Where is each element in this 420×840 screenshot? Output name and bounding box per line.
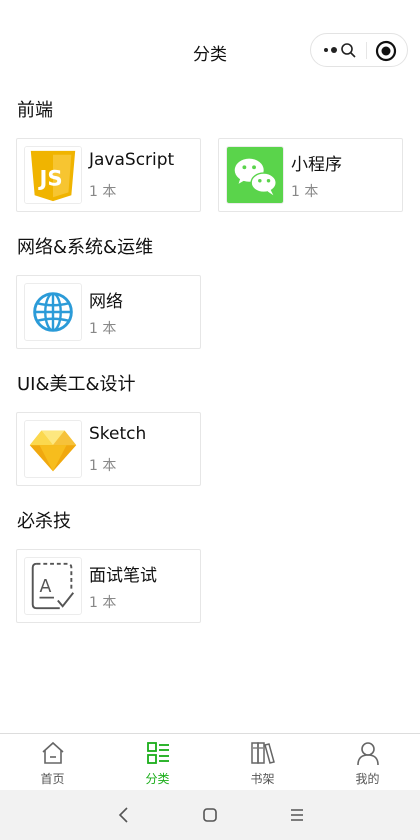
tab-bookshelf[interactable]: 书架 [210,734,315,791]
section-title-network: 网络&系统&运维 [17,237,154,258]
section-title-frontend: 前端 [17,100,53,121]
ellipsis-icon[interactable] [323,42,359,58]
category-name: Sketch [89,424,147,444]
bookshelf-icon [251,742,275,764]
tab-label: 分类 [145,772,170,786]
tab-label: 我的 [355,772,380,786]
svg-text:JS: JS [37,167,62,192]
user-icon [357,742,379,766]
tab-category[interactable]: 分类 [105,734,210,791]
home-square-icon[interactable] [200,805,220,825]
globe-icon [24,283,82,341]
tab-home[interactable]: 首页 [0,734,105,791]
category-count: 1 本 [89,184,117,200]
category-name: 网络 [89,292,123,312]
home-icon [42,741,64,764]
tab-bar: 首页 分类 书架 我的 [0,733,420,790]
system-navigation-bar [0,790,420,840]
tab-label: 书架 [250,772,275,786]
category-count: 1 本 [291,184,319,200]
category-icon [147,742,169,764]
category-name: 小程序 [291,155,342,175]
mini-program-capsule [310,33,408,67]
category-name: 面试笔试 [89,566,157,586]
exam-answer-icon: A [24,557,82,615]
js-logo-icon: JS [24,146,82,204]
category-card-miniprogram[interactable]: 小程序 1 本 [218,138,403,212]
target-icon[interactable] [375,40,397,62]
back-icon[interactable] [114,805,134,825]
category-card-javascript[interactable]: JS JavaScript 1 本 [16,138,201,212]
section-title-design: UI&美工&设计 [17,374,136,395]
category-count: 1 本 [89,321,117,337]
menu-icon[interactable] [287,805,307,825]
category-card-sketch[interactable]: Sketch 1 本 [16,412,201,486]
capsule-divider [366,42,367,59]
category-name: JavaScript [89,150,175,170]
wechat-logo-icon [226,146,284,204]
category-card-network[interactable]: 网络 1 本 [16,275,201,349]
section-title-skills: 必杀技 [17,511,71,532]
svg-text:A: A [39,577,51,597]
navigation-bar: 分类 [0,0,420,86]
category-count: 1 本 [89,595,117,611]
tab-mine[interactable]: 我的 [315,734,420,791]
category-card-interview[interactable]: A 面试笔试 1 本 [16,549,201,623]
category-count: 1 本 [89,458,117,474]
sketch-diamond-icon [24,420,82,478]
tab-label: 首页 [40,772,65,786]
